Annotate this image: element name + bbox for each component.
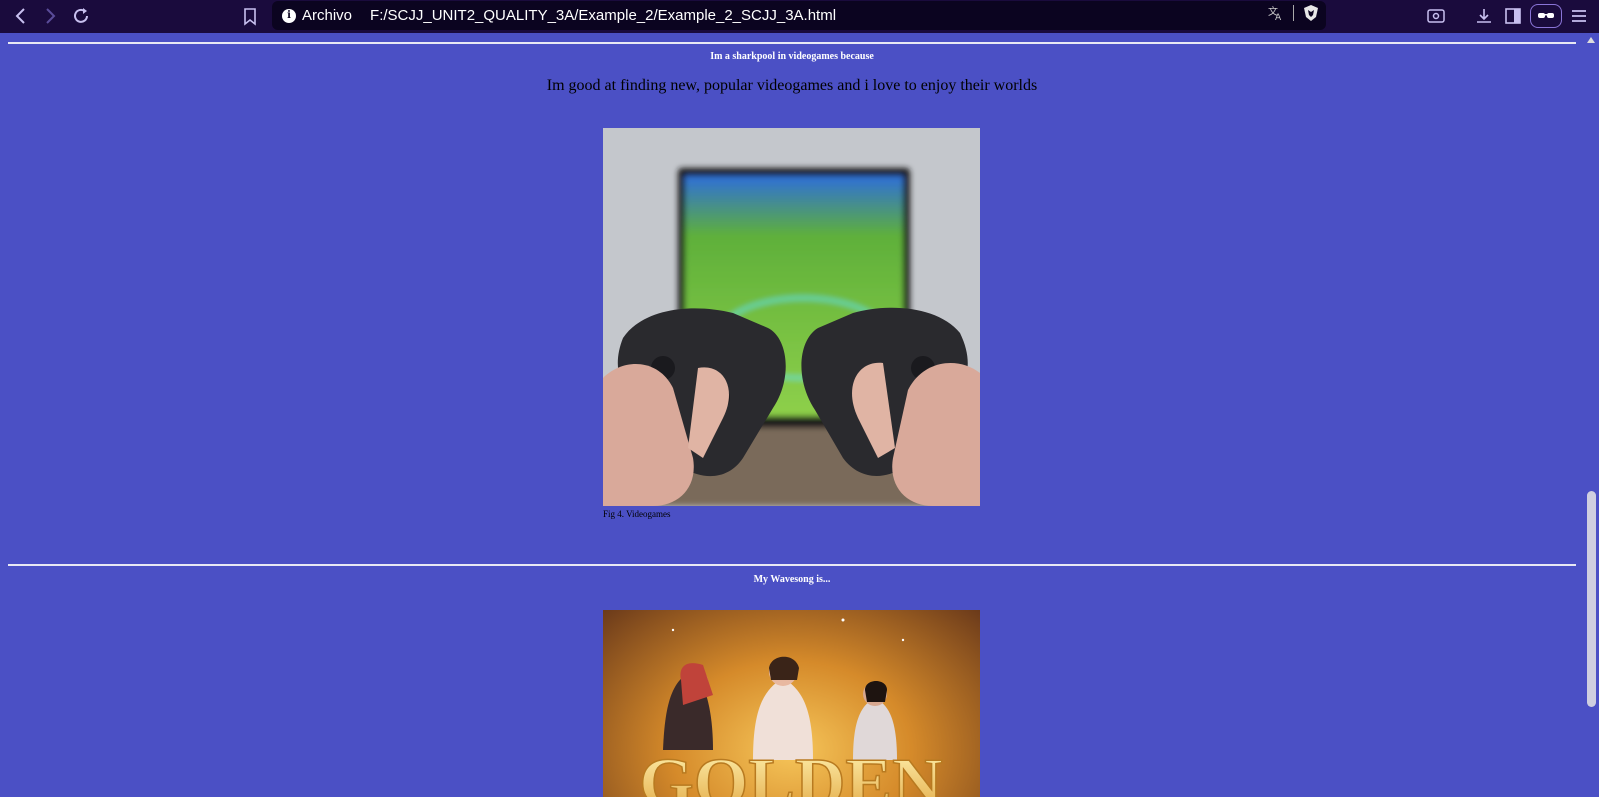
forward-button[interactable] — [38, 4, 62, 28]
page-content: Im a sharkpool in videogames because Im … — [0, 33, 1584, 797]
sidebar-button[interactable] — [1501, 4, 1525, 28]
reload-button[interactable] — [69, 4, 93, 28]
brave-shield-icon[interactable] — [1302, 4, 1320, 22]
download-icon — [1477, 9, 1491, 23]
address-bar[interactable]: i Archivo F:/SCJJ_UNIT2_QUALITY_3A/Examp… — [272, 1, 1326, 30]
screenshot-icon — [1427, 9, 1445, 23]
svg-text:GOLDEN: GOLDEN — [639, 745, 942, 797]
address-scheme-label: Archivo — [302, 7, 353, 24]
videogames-photo — [603, 128, 980, 506]
leo-button[interactable] — [1530, 4, 1562, 28]
scroll-thumb[interactable] — [1587, 491, 1596, 707]
sidebar-icon — [1505, 8, 1521, 24]
page-scrollbar[interactable] — [1584, 33, 1599, 797]
back-button[interactable] — [9, 4, 33, 28]
svg-text:A: A — [1275, 13, 1282, 22]
videogames-heading: Im a sharkpool in videogames because — [710, 51, 874, 62]
leo-icon — [1538, 13, 1554, 18]
videogames-text: Im good at finding new, popular videogam… — [546, 77, 1038, 94]
videogames-caption: Fig 4. Videogames — [603, 509, 671, 519]
menu-icon — [1572, 10, 1586, 22]
info-icon[interactable]: i — [282, 8, 296, 23]
translate-icon[interactable]: 文 A — [1267, 4, 1285, 22]
address-url[interactable]: F:/SCJJ_UNIT2_QUALITY_3A/Example_2/Examp… — [370, 7, 836, 24]
screenshot-button[interactable] — [1424, 4, 1448, 28]
scroll-up-arrow-icon[interactable] — [1587, 37, 1595, 43]
wavesong-photo: GOLDEN — [603, 610, 980, 797]
reload-icon — [74, 8, 88, 23]
bookmark-icon — [244, 8, 256, 26]
browser-toolbar: i Archivo F:/SCJJ_UNIT2_QUALITY_3A/Examp… — [0, 0, 1599, 33]
wavesong-heading: My Wavesong is... — [753, 574, 831, 585]
section-divider — [8, 42, 1576, 44]
section-divider — [8, 564, 1576, 566]
address-divider — [1293, 5, 1294, 21]
bookmark-button[interactable] — [238, 4, 262, 28]
chevron-right-icon — [46, 8, 56, 24]
download-button[interactable] — [1472, 4, 1496, 28]
chevron-left-icon — [15, 8, 25, 24]
menu-button[interactable] — [1567, 4, 1591, 28]
